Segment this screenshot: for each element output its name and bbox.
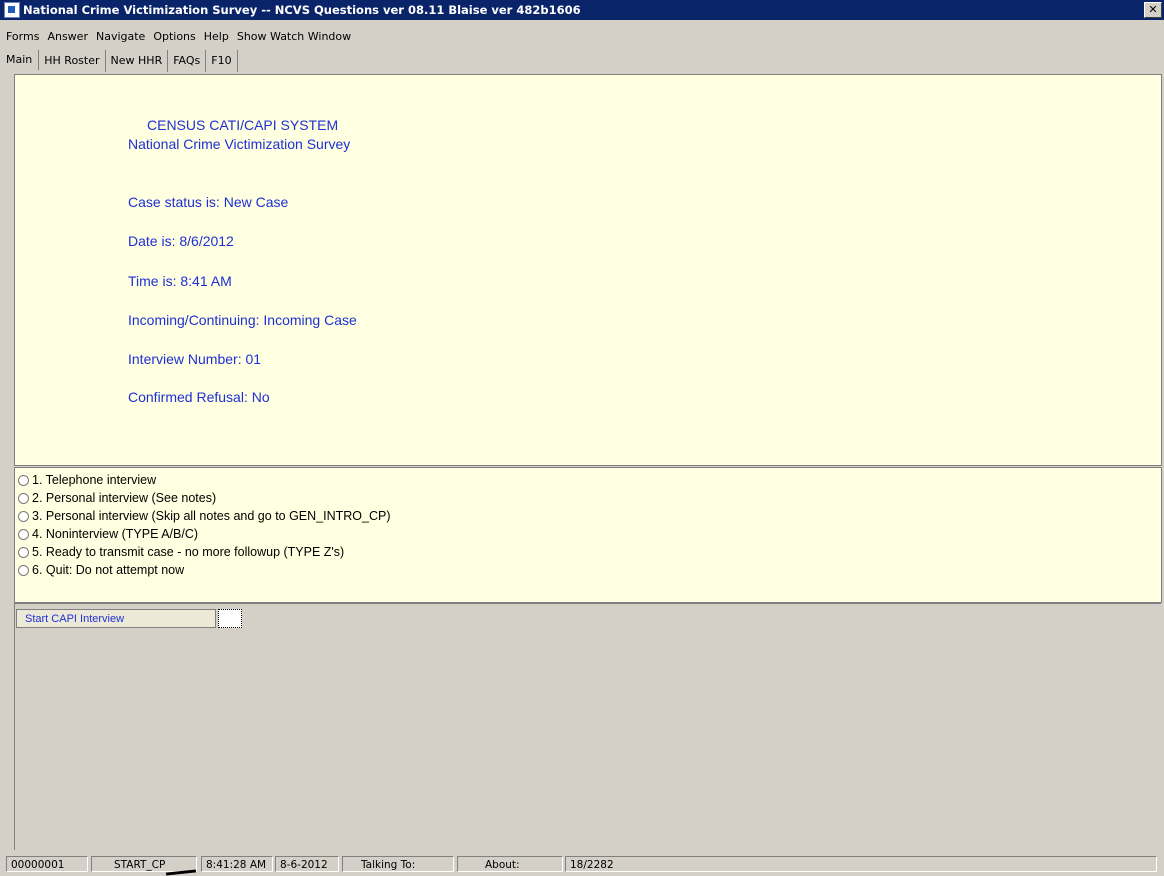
- answer-option-5[interactable]: 5. Ready to transmit case - no more foll…: [18, 545, 344, 559]
- radio-icon[interactable]: [18, 546, 29, 558]
- status-time: 8:41:28 AM: [201, 856, 273, 872]
- incoming-text: Incoming/Continuing: Incoming Case: [128, 312, 357, 328]
- status-about: About:: [457, 856, 563, 872]
- menu-navigate[interactable]: Navigate: [96, 30, 145, 48]
- title-bar: National Crime Victimization Survey -- N…: [0, 0, 1164, 20]
- window-title: National Crime Victimization Survey -- N…: [23, 3, 581, 17]
- radio-icon[interactable]: [18, 564, 29, 576]
- status-talking-to: Talking To:: [342, 856, 454, 872]
- date-text: Date is: 8/6/2012: [128, 233, 234, 249]
- app-icon: [4, 2, 20, 18]
- tab-faqs[interactable]: FAQs: [168, 50, 207, 72]
- menu-options[interactable]: Options: [153, 30, 195, 48]
- status-date: 8-6-2012: [275, 856, 339, 872]
- time-text: Time is: 8:41 AM: [128, 273, 232, 289]
- answer-label: 5. Ready to transmit case - no more foll…: [32, 545, 345, 559]
- tab-f10[interactable]: F10: [206, 50, 238, 72]
- tab-new-hhr[interactable]: New HHR: [106, 50, 169, 72]
- start-capi-input[interactable]: [218, 609, 242, 628]
- start-capi-label[interactable]: Start CAPI Interview: [16, 609, 216, 628]
- answer-list: 1. Telephone interview 2. Personal inter…: [14, 467, 1162, 603]
- answer-option-6[interactable]: 6. Quit: Do not attempt now: [18, 563, 184, 577]
- radio-icon[interactable]: [18, 510, 29, 522]
- radio-icon[interactable]: [18, 492, 29, 504]
- status-position: 18/2282: [565, 856, 1157, 872]
- answer-label: 6. Quit: Do not attempt now: [32, 563, 185, 577]
- menu-forms[interactable]: Forms: [6, 30, 39, 48]
- tab-strip: Main HH Roster New HHR FAQs F10: [0, 50, 238, 72]
- status-field-name: START_CP: [91, 856, 197, 872]
- tab-main[interactable]: Main: [0, 50, 40, 70]
- radio-icon[interactable]: [18, 528, 29, 540]
- answer-option-3[interactable]: 3. Personal interview (Skip all notes an…: [18, 509, 391, 523]
- answer-label: 1. Telephone interview: [32, 473, 157, 487]
- answer-option-4[interactable]: 4. Noninterview (TYPE A/B/C): [18, 527, 198, 541]
- system-header: CENSUS CATI/CAPI SYSTEM: [147, 117, 339, 133]
- status-case-id: 00000001: [6, 856, 88, 872]
- menu-bar: Forms Answer Navigate Options Help Show …: [0, 30, 353, 48]
- case-status-text: Case status is: New Case: [128, 194, 289, 210]
- menu-show-watch-window[interactable]: Show Watch Window: [237, 30, 351, 48]
- answer-label: 2. Personal interview (See notes): [32, 491, 217, 505]
- answer-option-1[interactable]: 1. Telephone interview: [18, 473, 156, 487]
- survey-header: National Crime Victimization Survey: [128, 136, 351, 152]
- answer-label: 4. Noninterview (TYPE A/B/C): [32, 527, 199, 541]
- menu-answer[interactable]: Answer: [47, 30, 88, 48]
- form-pane: Start CAPI Interview: [14, 603, 1161, 850]
- question-panel: CENSUS CATI/CAPI SYSTEM National Crime V…: [14, 74, 1162, 466]
- answer-option-2[interactable]: 2. Personal interview (See notes): [18, 491, 216, 505]
- interview-number-text: Interview Number: 01: [128, 351, 262, 367]
- radio-icon[interactable]: [18, 474, 29, 486]
- answer-label: 3. Personal interview (Skip all notes an…: [32, 509, 391, 523]
- menu-help[interactable]: Help: [204, 30, 229, 48]
- close-button[interactable]: ✕: [1144, 2, 1162, 18]
- confirmed-refusal-text: Confirmed Refusal: No: [128, 389, 270, 405]
- tab-hh-roster[interactable]: HH Roster: [39, 50, 106, 72]
